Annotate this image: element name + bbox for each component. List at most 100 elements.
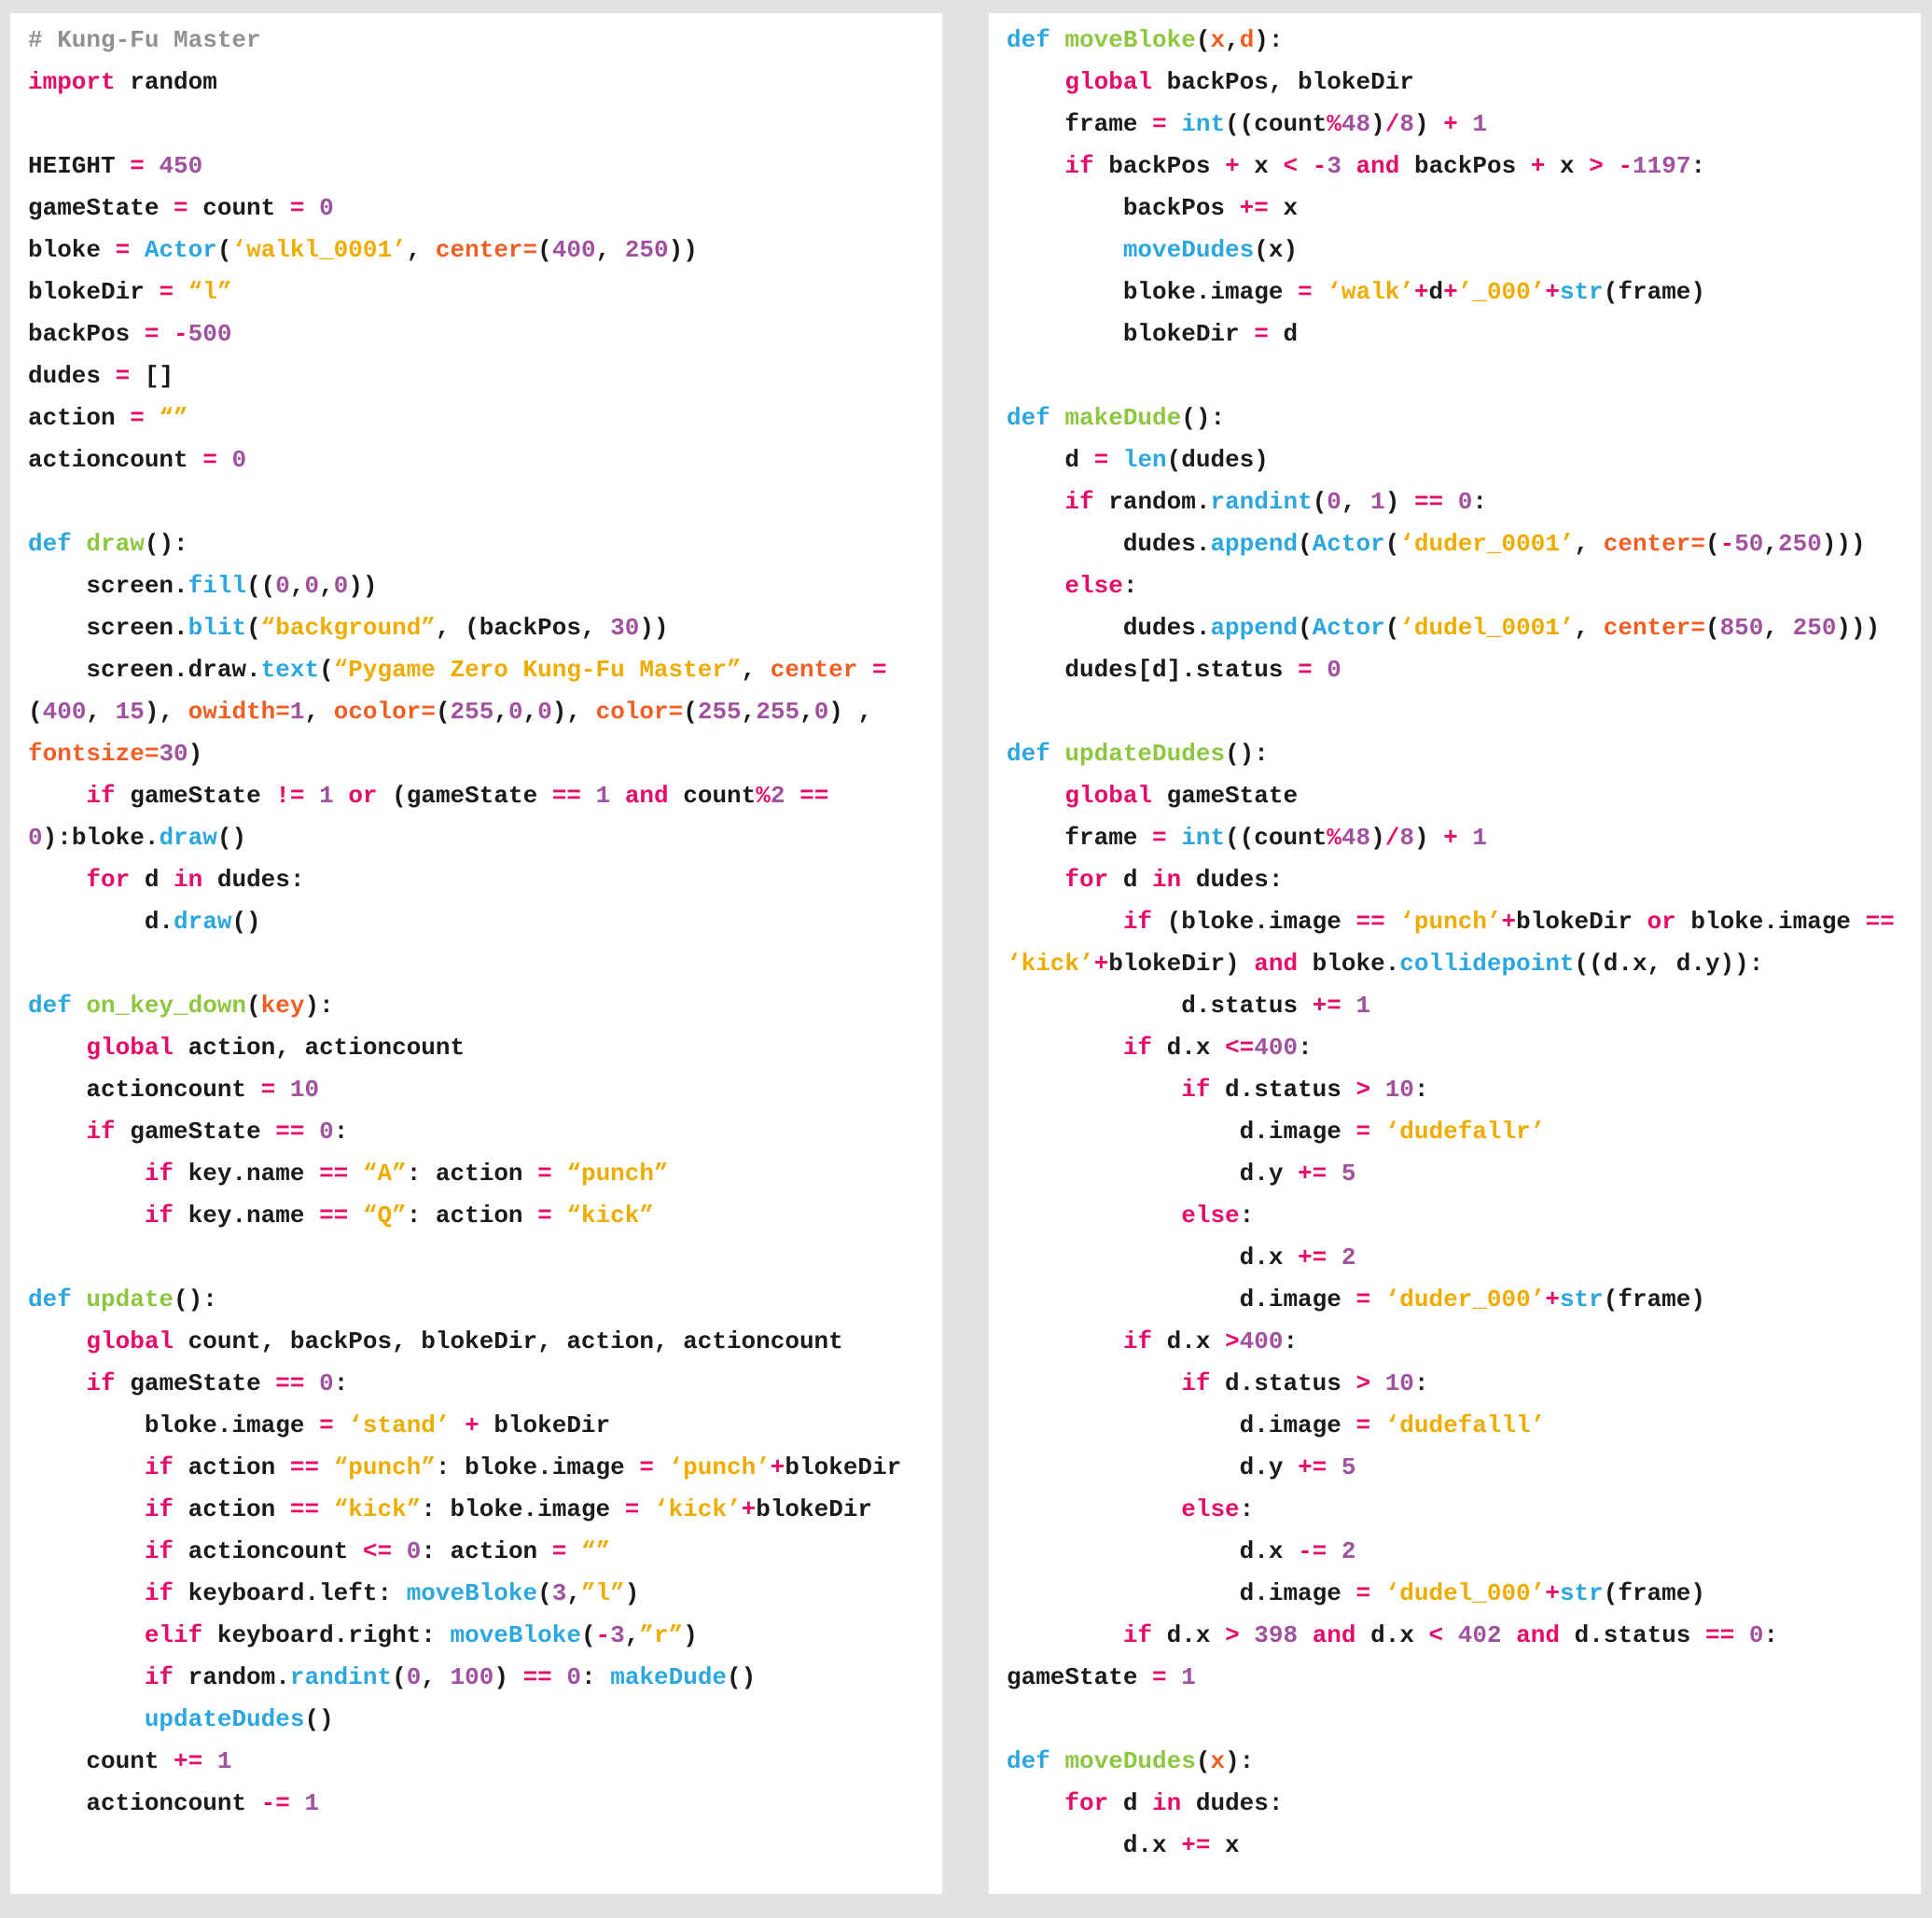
code-token: + xyxy=(1531,152,1546,180)
code-line: if gameState == 0: xyxy=(28,1363,942,1405)
code-line: if key.name == “A”: action = “punch” xyxy=(28,1153,942,1195)
code-line: gameState = 1 xyxy=(1007,1657,1921,1699)
code-token: ‘kick’ xyxy=(654,1495,742,1523)
code-token: “Q” xyxy=(363,1202,407,1230)
code-token: d.image xyxy=(1007,1286,1355,1313)
code-token: : bloke.image xyxy=(436,1453,639,1481)
code-token: % xyxy=(1327,824,1341,852)
code-token: = xyxy=(159,278,174,306)
code-token: action xyxy=(28,404,130,432)
code-token xyxy=(1734,1621,1749,1649)
code-token: (frame) xyxy=(1604,1286,1705,1313)
code-token: blokeDir xyxy=(1007,320,1254,348)
code-token: == xyxy=(1414,488,1443,516)
code-token: (): xyxy=(1181,404,1225,432)
code-token: global xyxy=(86,1327,174,1355)
code-line xyxy=(1007,355,1921,397)
code-token: len xyxy=(1123,446,1167,474)
code-token: int xyxy=(1181,110,1225,138)
code-token: [] xyxy=(130,362,174,390)
code-token: = xyxy=(202,446,217,474)
code-token: if xyxy=(86,782,115,810)
code-token: 400 xyxy=(552,236,596,264)
code-token: if xyxy=(1123,1034,1152,1062)
code-line: def update(): xyxy=(28,1279,942,1321)
code-line: elif keyboard.right: moveBloke(-3,”r”) xyxy=(28,1615,942,1657)
code-token: dudes. xyxy=(1007,530,1210,558)
code-token: , xyxy=(1763,614,1792,642)
code-token xyxy=(1167,824,1182,852)
code-token: 0 xyxy=(814,698,829,726)
code-token: key.name xyxy=(174,1202,319,1230)
code-token: d.status xyxy=(1007,992,1313,1020)
code-token: ‘punch’ xyxy=(669,1453,771,1481)
code-token: x xyxy=(1269,194,1298,222)
code-token: : bloke.image xyxy=(421,1495,624,1523)
code-token xyxy=(1327,1244,1341,1272)
code-token: = xyxy=(145,320,160,348)
code-token: d.status xyxy=(1560,1621,1705,1649)
code-token: if xyxy=(145,1453,174,1481)
code-token: bloke xyxy=(28,236,116,264)
code-token: == xyxy=(275,1369,304,1397)
code-token: 8 xyxy=(1399,110,1414,138)
code-token: 30 xyxy=(610,614,639,642)
code-token: , xyxy=(596,236,625,264)
code-token: () xyxy=(231,908,260,936)
code-line: actioncount = 0 xyxy=(28,439,942,481)
code-token: <= xyxy=(363,1537,392,1565)
code-token: backPos, blokeDir xyxy=(1152,68,1414,96)
code-token: d.x xyxy=(1007,1831,1181,1859)
code-token: “” xyxy=(581,1537,610,1565)
code-token: ‘dudel_000’ xyxy=(1385,1579,1546,1607)
code-token: bloke.image xyxy=(1007,278,1298,306)
code-line: if d.x <=400: xyxy=(1007,1027,1921,1069)
code-token: == xyxy=(552,782,581,810)
code-token: str xyxy=(1560,1579,1604,1607)
code-token: bloke. xyxy=(1298,950,1399,978)
code-token: d.image xyxy=(1007,1118,1355,1146)
code-token: , xyxy=(407,236,436,264)
code-token: 0 xyxy=(231,446,246,474)
code-token: = xyxy=(116,362,131,390)
code-token: ( xyxy=(217,236,232,264)
code-token xyxy=(28,1327,86,1355)
code-token: += xyxy=(1240,194,1269,222)
code-token: and xyxy=(1254,950,1298,978)
code-line: for d in dudes: xyxy=(28,859,942,901)
code-line: global action, actioncount xyxy=(28,1027,942,1069)
code-token xyxy=(1007,1076,1181,1104)
code-block-left: # Kung-Fu Masterimport random HEIGHT = 4… xyxy=(10,13,942,1825)
code-token xyxy=(28,1453,145,1481)
code-token: ((count xyxy=(1225,824,1327,852)
code-token: ‘walkl_0001’ xyxy=(231,236,406,264)
code-token: == xyxy=(319,1160,348,1188)
code-token xyxy=(28,1034,86,1062)
code-token: , xyxy=(625,1621,640,1649)
code-token: ))) xyxy=(1822,530,1866,558)
code-token: = xyxy=(1298,656,1313,684)
code-token: draw xyxy=(86,530,144,558)
code-token: (dudes) xyxy=(1167,446,1269,474)
code-token xyxy=(1167,110,1182,138)
code-token xyxy=(334,782,349,810)
code-line: d.x += 2 xyxy=(1007,1237,1921,1279)
code-token: , xyxy=(742,656,771,684)
code-token xyxy=(348,1202,363,1230)
code-token: 30 xyxy=(159,740,188,768)
code-token: and xyxy=(1356,152,1400,180)
code-token: = xyxy=(1152,824,1167,852)
code-token: collidepoint xyxy=(1399,950,1574,978)
code-token: () xyxy=(727,1663,756,1691)
code-token: Actor xyxy=(1313,614,1385,642)
code-line: gameState = count = 0 xyxy=(28,188,942,229)
code-line: else: xyxy=(1007,1489,1921,1531)
code-token xyxy=(334,1411,349,1439)
code-token xyxy=(1327,1537,1341,1565)
code-panel-right: def moveBloke(x,d): global backPos, blok… xyxy=(989,13,1921,1894)
code-token xyxy=(1604,152,1619,180)
code-token xyxy=(28,1160,145,1188)
code-token xyxy=(28,1202,145,1230)
code-token: == xyxy=(1866,908,1895,936)
code-token: 10 xyxy=(1385,1369,1414,1397)
